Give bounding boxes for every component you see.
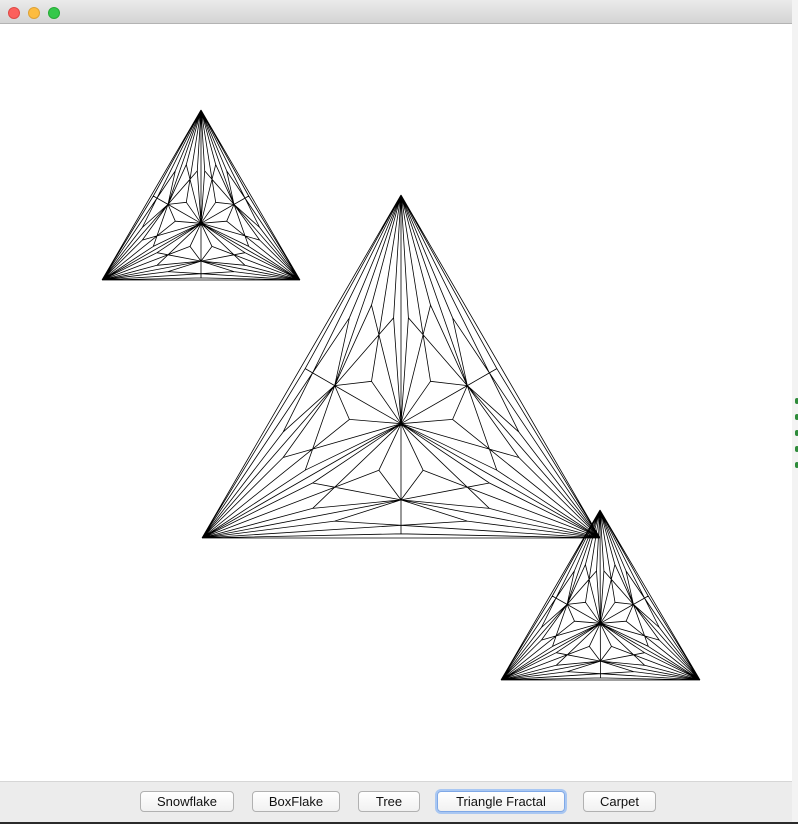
title-bar — [0, 0, 792, 24]
triangle-fractal-button[interactable]: Triangle Fractal — [437, 791, 565, 812]
minimize-window-icon[interactable] — [28, 7, 40, 19]
tree-button[interactable]: Tree — [358, 791, 420, 812]
button-bar: Snowflake BoxFlake Tree Triangle Fractal… — [0, 781, 792, 824]
small-triangle-fractal-top-left — [101, 109, 301, 281]
carpet-button[interactable]: Carpet — [583, 791, 656, 812]
large-triangle-fractal-center — [201, 194, 601, 539]
adjacent-window-edge — [792, 0, 798, 824]
fractal-drawing — [101, 109, 701, 681]
maximize-window-icon[interactable] — [48, 7, 60, 19]
small-triangle-fractal-bottom-right — [500, 509, 701, 681]
snowflake-button[interactable]: Snowflake — [140, 791, 234, 812]
boxflake-button[interactable]: BoxFlake — [252, 791, 340, 812]
drawing-canvas[interactable] — [0, 24, 792, 781]
close-window-icon[interactable] — [8, 7, 20, 19]
app-window: Snowflake BoxFlake Tree Triangle Fractal… — [0, 0, 792, 824]
